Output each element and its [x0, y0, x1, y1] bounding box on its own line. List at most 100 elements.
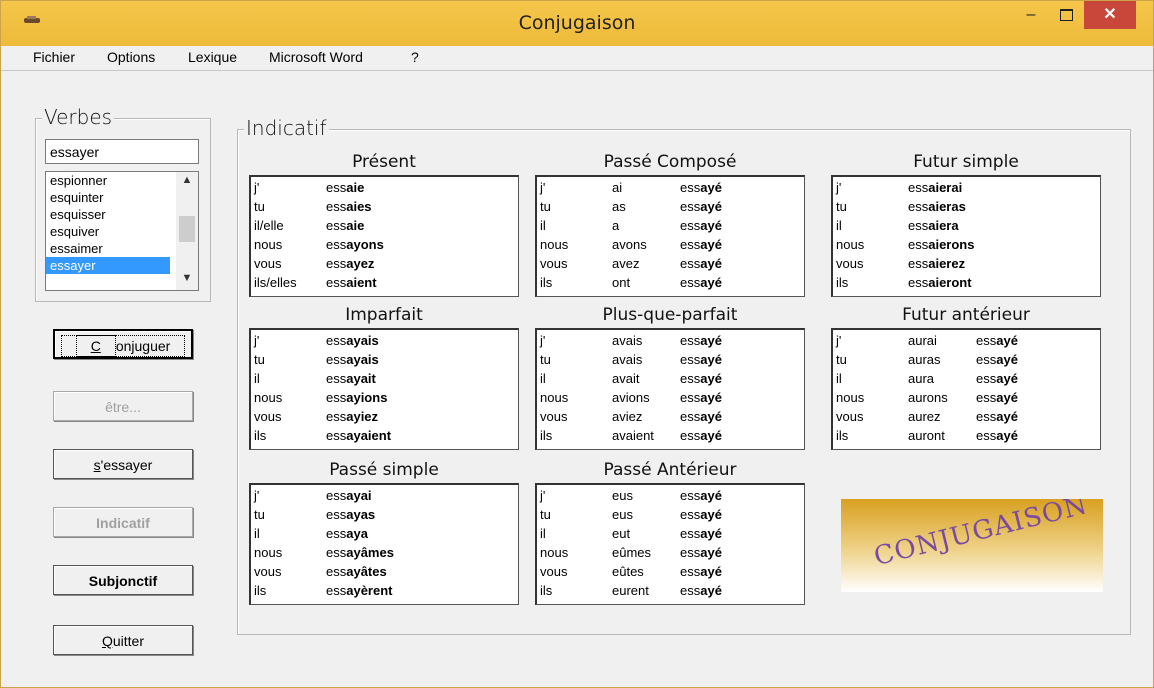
maximize-button[interactable]: [1049, 1, 1083, 29]
conjugation-row: vous essayâtes: [251, 563, 517, 581]
pronoun: il/elle: [254, 218, 284, 233]
pronoun: tu: [254, 507, 265, 522]
menu-options[interactable]: Options: [107, 46, 155, 70]
verb-form: essayé: [680, 332, 722, 350]
verb-ending: ayais: [346, 352, 379, 367]
quitter-button[interactable]: Quitter: [53, 625, 193, 655]
verb-form: essayé: [976, 427, 1018, 445]
list-item[interactable]: esquiver: [46, 223, 170, 240]
verb-form: essaie: [326, 217, 364, 235]
conjugation-row: il aura essayé: [833, 370, 1099, 388]
verb-form: essayiez: [326, 408, 378, 426]
verb-stem: ess: [326, 218, 347, 233]
pronoun: tu: [254, 199, 265, 214]
verb-form: essaieras: [908, 198, 966, 216]
menu-lexique[interactable]: Lexique: [188, 46, 237, 70]
conjugation-row: nous essaierons: [833, 236, 1099, 254]
conjugation-row: il essaya: [251, 525, 517, 543]
pronoun: il: [540, 526, 546, 541]
verb-ending: aierez: [928, 256, 966, 271]
verb-ending: ayé: [700, 545, 722, 560]
verb-ending: ayé: [996, 390, 1018, 405]
list-item[interactable]: espionner: [46, 172, 170, 189]
pronoun: il: [836, 218, 842, 233]
verb-ending: aies: [346, 199, 372, 214]
verb-stem: ess: [680, 333, 701, 348]
subjonctif-button[interactable]: Subjonctif: [53, 565, 193, 595]
verb-form: essayé: [680, 179, 722, 197]
verb-form: essayé: [976, 370, 1018, 388]
conjugation-row: nous essayâmes: [251, 544, 517, 562]
auxiliary: avait: [612, 371, 640, 386]
conjugation-row: tu auras essayé: [833, 351, 1099, 369]
pronoun: vous: [540, 564, 568, 579]
list-scrollbar[interactable]: ▲ ▼: [176, 172, 198, 290]
verb-stem: ess: [326, 564, 347, 579]
verb-form: essayez: [326, 255, 374, 273]
auxiliary: a: [612, 218, 620, 233]
verb-ending: aieront: [928, 275, 972, 290]
sessayer-button[interactable]: s'essayer: [53, 449, 193, 479]
tense-box-passe-compose: j' ai essayé tu as essayé il a essayé nous avons es…: [535, 175, 805, 297]
verb-stem: ess: [326, 275, 347, 290]
verb-ending: ayé: [996, 409, 1018, 424]
list-item[interactable]: esquisser: [46, 206, 170, 223]
pronoun: nous: [540, 390, 569, 405]
conjugation-row: vous aviez essayé: [537, 408, 803, 426]
auxiliary: aurez: [908, 409, 941, 424]
verb-form: essayaient: [326, 427, 391, 445]
pronoun: ils/elles: [254, 275, 297, 290]
verb-form: essaierai: [908, 179, 962, 197]
verb-ending: ayé: [700, 488, 722, 503]
verb-form: essayé: [680, 427, 722, 445]
verb-form: essayé: [680, 544, 722, 562]
scroll-up-icon[interactable]: ▲: [176, 174, 198, 186]
verb-ending: ayé: [700, 256, 722, 271]
list-item[interactable]: essaimer: [46, 240, 170, 257]
tense-title-futur-simple: Futur simple: [913, 152, 1019, 172]
pronoun: il: [540, 218, 546, 233]
verb-input[interactable]: essayer: [45, 139, 199, 164]
verb-ending: aient: [346, 275, 377, 290]
verb-form: essayé: [680, 217, 722, 235]
auxiliary: eûtes: [612, 564, 644, 579]
verb-stem: ess: [680, 390, 701, 405]
menu-microsoft-word[interactable]: Microsoft Word: [269, 46, 363, 70]
list-item[interactable]: esquinter: [46, 189, 170, 206]
verb-ending: ayé: [700, 333, 722, 348]
auxiliary: ai: [612, 180, 623, 195]
conjugation-row: vous eûtes essayé: [537, 563, 803, 581]
menu-help[interactable]: ?: [411, 46, 419, 70]
menu-fichier[interactable]: Fichier: [33, 46, 75, 70]
conjuguer-label: Conjuguer: [60, 335, 186, 357]
pronoun: tu: [254, 352, 265, 367]
etre-button[interactable]: être...: [53, 391, 193, 421]
scroll-thumb[interactable]: [179, 216, 195, 242]
list-item-selected[interactable]: essayer: [46, 257, 170, 274]
pronoun: ils: [254, 583, 267, 598]
verbes-title: Verbes: [42, 105, 115, 129]
scroll-down-icon[interactable]: ▼: [176, 272, 198, 284]
verb-form: essayé: [976, 408, 1018, 426]
verb-form: essayâmes: [326, 544, 394, 562]
verb-stem: ess: [680, 409, 701, 424]
conjuguer-button[interactable]: Conjuguer: [53, 329, 193, 359]
verb-stem: ess: [326, 199, 347, 214]
verb-stem: ess: [680, 256, 701, 271]
pronoun: tu: [836, 199, 847, 214]
verb-ending: aierons: [928, 237, 975, 252]
verb-ending: ayaient: [346, 428, 392, 443]
verb-list[interactable]: espionner esquinter esquisser esquiver e…: [45, 171, 199, 291]
verb-stem: ess: [908, 275, 929, 290]
verb-form: essayé: [680, 525, 722, 543]
pronoun: tu: [836, 352, 847, 367]
auxiliary: avez: [612, 256, 640, 271]
conjugation-row: j' essayai: [251, 487, 517, 505]
pronoun: j': [836, 333, 842, 348]
title-bar[interactable]: Conjugaison ‒ ✕: [1, 1, 1153, 46]
pronoun: vous: [836, 256, 864, 271]
conjugation-row: ils essayèrent: [251, 582, 517, 600]
close-button[interactable]: ✕: [1084, 1, 1136, 29]
indicatif-button[interactable]: Indicatif: [53, 507, 193, 537]
minimize-button[interactable]: ‒: [1014, 1, 1048, 29]
